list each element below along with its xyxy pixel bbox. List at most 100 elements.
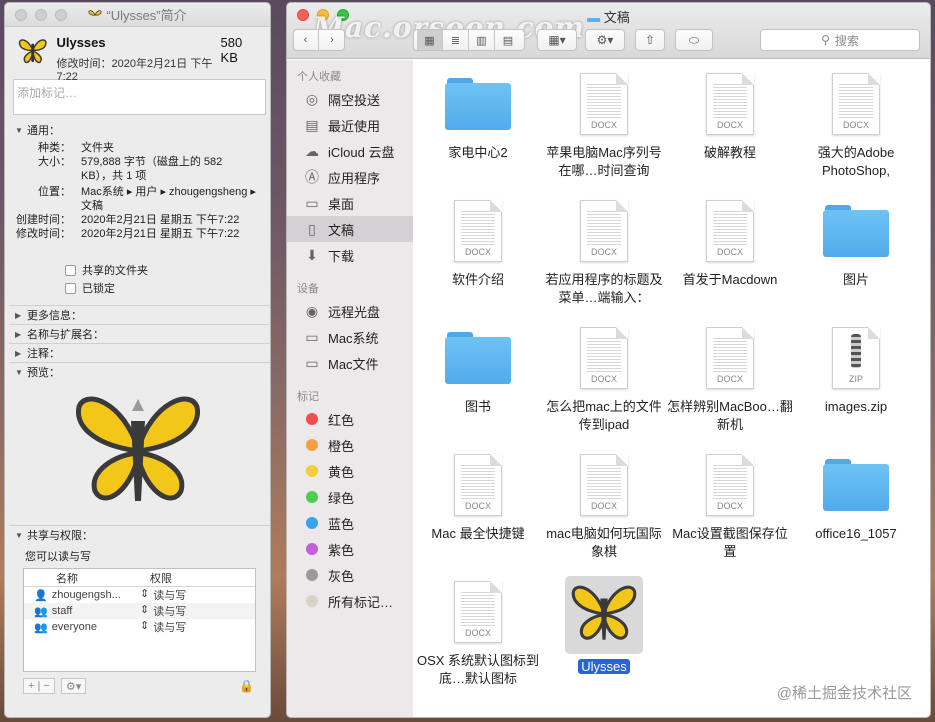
permission-row[interactable]: 👥 everyone ⇕ 读与写 [24, 619, 255, 635]
file-item[interactable]: DOCX 若应用程序的标题及菜单…端输入： [541, 195, 667, 307]
col-name[interactable]: 名称 [24, 570, 136, 586]
list-view-button[interactable]: ≣ [443, 30, 469, 50]
preview-toggle[interactable]: ▼ 预览： [5, 363, 270, 381]
file-item[interactable]: DOCX 软件介绍 [415, 195, 541, 289]
sidebar-tag-yellow[interactable]: 黄色 [287, 458, 413, 484]
zip-file-icon[interactable]: ZIP [820, 322, 892, 394]
finder-titlebar: ▬ 文稿 Mac.orsoon.com ‹ › ▦ ≣ ▥ ▤ ▦▾ ⚙▾ ⇧ ⬭… [287, 3, 930, 59]
sidebar-item-recents[interactable]: ▤ 最近使用 [287, 112, 413, 138]
docx-file-icon[interactable]: DOCX [442, 449, 514, 521]
sidebar-item-mac-system[interactable]: ▭ Mac系统 [287, 324, 413, 350]
sidebar-item-airdrop[interactable]: ◎ 隔空投送 [287, 86, 413, 112]
action-menu-button[interactable]: ⚙ ▾ [60, 678, 87, 694]
perm-privilege[interactable]: 读与写 [153, 619, 186, 635]
file-item[interactable]: Ulysses [541, 576, 667, 676]
sidebar-tag-red[interactable]: 红色 [287, 406, 413, 432]
sidebar-item-mac-files[interactable]: ▭ Mac文件 [287, 350, 413, 376]
file-item[interactable]: 图书 [415, 322, 541, 416]
file-item[interactable]: DOCX Mac设置截图保存位置 [667, 449, 793, 561]
checkbox-box[interactable] [65, 282, 76, 294]
file-item[interactable]: DOCX 首发于Macdown [667, 195, 793, 289]
docx-file-icon[interactable]: DOCX [568, 449, 640, 521]
sharing-toggle[interactable]: ▼ 共享与权限： [5, 526, 270, 544]
updown-icon[interactable]: ⇕ [140, 619, 149, 635]
file-item[interactable]: DOCX 怎样辨别MacBoo…翻新机 [667, 322, 793, 434]
icon-view-button[interactable]: ▦ [417, 30, 443, 50]
sidebar-item-desktop[interactable]: ▭ 桌面 [287, 190, 413, 216]
folder-icon[interactable] [442, 322, 514, 394]
share-button[interactable]: ⇧ [635, 29, 665, 51]
minus-icon[interactable]: − [43, 680, 49, 692]
sidebar-tag-purple[interactable]: 紫色 [287, 536, 413, 562]
search-field[interactable]: ⚲ 搜索 [760, 29, 920, 51]
zoom-button[interactable] [55, 9, 67, 21]
sidebar-item-downloads[interactable]: ⬇ 下载 [287, 242, 413, 268]
column-view-button[interactable]: ▥ [469, 30, 495, 50]
col-privilege[interactable]: 权限 [136, 570, 172, 586]
forward-button[interactable]: › [319, 30, 345, 50]
file-item[interactable]: DOCX Mac 最全快捷键 [415, 449, 541, 543]
sidebar-item-documents[interactable]: ▯ 文稿 [287, 216, 413, 242]
group-button[interactable]: ▦▾ [537, 29, 577, 51]
perm-privilege[interactable]: 读与写 [153, 587, 186, 603]
sidebar-item-remote-disc[interactable]: ◉ 远程光盘 [287, 298, 413, 324]
docx-file-icon[interactable]: DOCX [820, 68, 892, 140]
updown-icon[interactable]: ⇕ [140, 587, 149, 603]
action-button[interactable]: ⚙▾ [585, 29, 625, 51]
file-item[interactable]: DOCX 强大的Adobe PhotoShop, [793, 68, 919, 180]
file-item[interactable]: 家电中心2 [415, 68, 541, 162]
gallery-view-button[interactable]: ▤ [495, 30, 521, 50]
group-icon: 👥 [34, 621, 48, 634]
shared-folder-checkbox[interactable]: 共享的文件夹 [65, 261, 270, 279]
comments-toggle[interactable]: ▶ 注释： [5, 344, 270, 362]
docx-file-icon[interactable]: DOCX [442, 195, 514, 267]
sidebar-item-icloud[interactable]: ☁ iCloud 云盘 [287, 138, 413, 164]
sidebar-tag-blue[interactable]: 蓝色 [287, 510, 413, 536]
docx-file-icon[interactable]: DOCX [442, 576, 514, 648]
file-item[interactable]: DOCX OSX 系统默认图标到底…默认图标 [415, 576, 541, 688]
docx-file-icon[interactable]: DOCX [694, 68, 766, 140]
minimize-button[interactable] [35, 9, 47, 21]
sidebar-tag-green[interactable]: 绿色 [287, 484, 413, 510]
back-button[interactable]: ‹ [293, 30, 319, 50]
permission-row[interactable]: 👤 zhougengsh... ⇕ 读与写 [24, 587, 255, 603]
file-item[interactable]: DOCX 破解教程 [667, 68, 793, 162]
more-info-toggle[interactable]: ▶ 更多信息： [5, 306, 270, 324]
checkbox-box[interactable] [65, 264, 76, 276]
file-item[interactable]: 图片 [793, 195, 919, 289]
file-item[interactable]: DOCX mac电脑如何玩国际象棋 [541, 449, 667, 561]
file-item[interactable]: office16_1057 [793, 449, 919, 543]
file-item[interactable]: ZIP images.zip [793, 322, 919, 416]
tags-button[interactable]: ⬭ [675, 29, 713, 51]
general-section-toggle[interactable]: ▼ 通用： [5, 121, 270, 139]
sidebar-item-applications[interactable]: Ⓐ 应用程序 [287, 164, 413, 190]
permission-row[interactable]: 👥 staff ⇕ 读与写 [24, 603, 255, 619]
locked-checkbox[interactable]: 已锁定 [65, 279, 270, 297]
sidebar-all-tags[interactable]: 所有标记… [287, 588, 413, 614]
tags-input[interactable]: 添加标记… [13, 79, 266, 115]
docx-file-icon[interactable]: DOCX [694, 322, 766, 394]
perm-privilege[interactable]: 读与写 [153, 603, 186, 619]
info-row: 种类： 文件夹 [5, 141, 270, 155]
folder-icon[interactable] [820, 449, 892, 521]
share-icon: ⇧ [644, 33, 656, 47]
file-item[interactable]: DOCX 苹果电脑Mac序列号在哪…时间查询 [541, 68, 667, 180]
updown-icon[interactable]: ⇕ [140, 603, 149, 619]
folder-icon[interactable] [442, 68, 514, 140]
plus-icon[interactable]: + [28, 680, 34, 692]
sidebar-tag-orange[interactable]: 橙色 [287, 432, 413, 458]
sidebar-tag-gray[interactable]: 灰色 [287, 562, 413, 588]
name-ext-toggle[interactable]: ▶ 名称与扩展名： [5, 325, 270, 343]
lock-icon[interactable]: 🔒 [239, 679, 254, 693]
butterfly-app-icon[interactable] [565, 576, 643, 654]
docx-file-icon[interactable]: DOCX [568, 68, 640, 140]
close-button[interactable] [15, 9, 27, 21]
docx-file-icon[interactable]: DOCX [694, 195, 766, 267]
row-key: 大小： [38, 156, 71, 168]
docx-file-icon[interactable]: DOCX [568, 195, 640, 267]
docx-file-icon[interactable]: DOCX [694, 449, 766, 521]
docx-file-icon[interactable]: DOCX [568, 322, 640, 394]
add-remove-buttons[interactable]: + | − [23, 678, 55, 694]
folder-icon[interactable] [820, 195, 892, 267]
file-item[interactable]: DOCX 怎么把mac上的文件传到ipad [541, 322, 667, 434]
